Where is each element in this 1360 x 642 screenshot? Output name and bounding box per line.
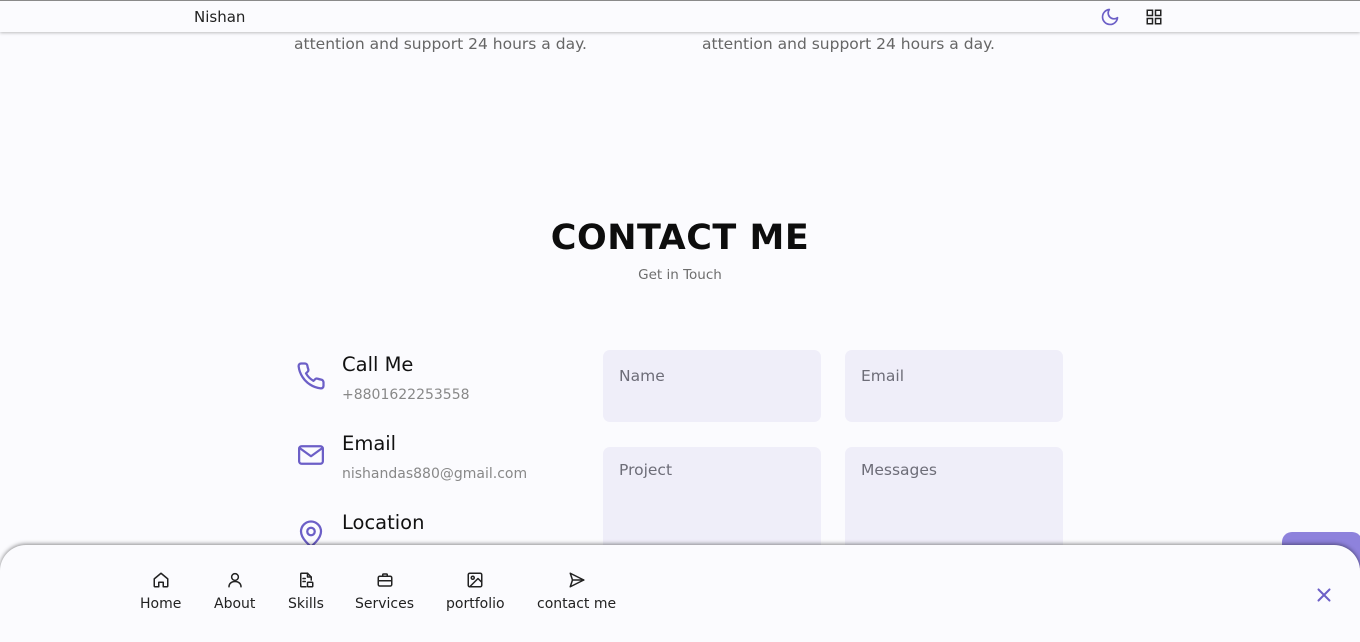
nav-item-skills[interactable]: Skills [288, 571, 324, 612]
email-address: nishandas880@gmail.com [342, 466, 528, 482]
mail-icon [298, 445, 324, 465]
section-subtitle: Get in Touch [638, 267, 722, 283]
nav-item-home[interactable]: Home [140, 571, 181, 612]
nav-label: contact me [537, 596, 617, 612]
moon-icon [1101, 8, 1119, 26]
home-icon [153, 572, 169, 588]
close-icon[interactable] [1313, 584, 1335, 606]
site-header: Nishan [0, 0, 1360, 32]
nav-label: Skills [288, 596, 324, 612]
nav-item-services[interactable]: Services [355, 571, 414, 612]
contact-card-title: Call Me [342, 353, 414, 376]
user-icon [227, 572, 242, 588]
nav-label: About [214, 596, 256, 612]
service-description: attention and support 24 hours a day. [702, 35, 995, 53]
file-code-icon [299, 572, 314, 588]
nav-item-contact[interactable]: contact me [537, 571, 616, 612]
name-input[interactable] [603, 350, 821, 422]
grid-icon [1146, 9, 1162, 25]
theme-toggle-button[interactable] [1099, 6, 1121, 28]
contact-card-title: Email [342, 432, 397, 455]
phone-icon [297, 362, 325, 390]
menu-toggle-button[interactable] [1143, 6, 1165, 28]
contact-card-email: Email nishandas880@gmail.com [296, 432, 576, 494]
email-input[interactable] [845, 350, 1063, 422]
image-icon [467, 572, 483, 588]
bottom-nav-menu: Home About Skills Services portfolio con… [0, 545, 1360, 642]
nav-label: Home [140, 596, 182, 612]
nav-item-portfolio[interactable]: portfolio [446, 571, 505, 612]
briefcase-icon [377, 573, 393, 587]
nav-label: portfolio [446, 596, 505, 612]
contact-card-title: Location [342, 511, 425, 534]
nav-item-about[interactable]: About [214, 571, 255, 612]
nav-label: Services [355, 596, 415, 612]
service-description: attention and support 24 hours a day. [294, 35, 587, 53]
phone-number: +8801622253558 [342, 387, 470, 403]
logo-link[interactable]: Nishan [194, 8, 245, 26]
contact-card-call: Call Me +8801622253558 [296, 353, 576, 415]
send-icon [569, 572, 585, 588]
section-title: CONTACT ME [550, 218, 810, 258]
